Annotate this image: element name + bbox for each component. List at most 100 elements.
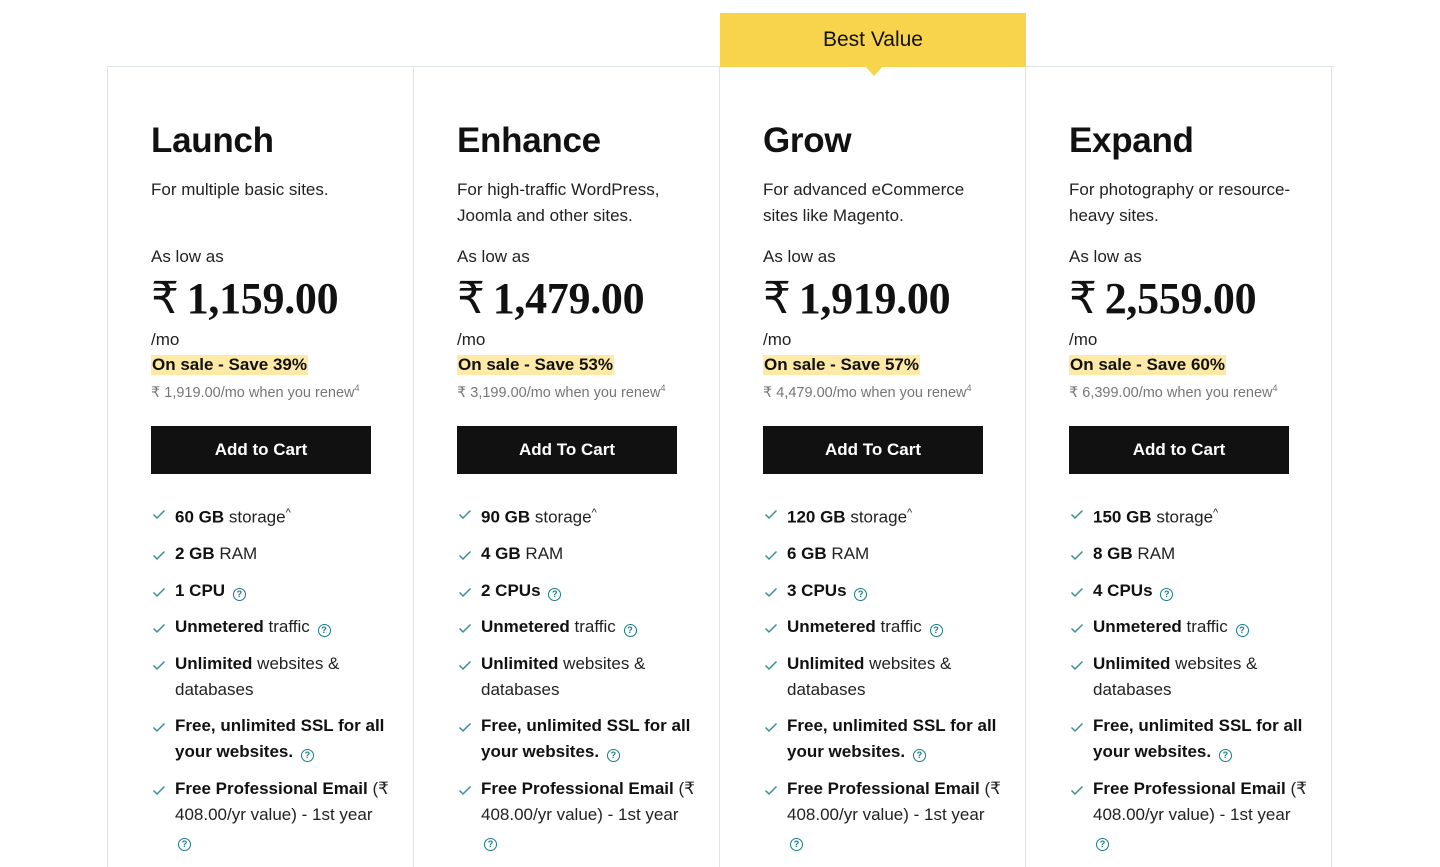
add-to-cart-button[interactable]: Add To Cart (457, 426, 677, 474)
feature-text: traffic (263, 617, 310, 637)
badge-pointer (865, 66, 883, 76)
add-to-cart-button[interactable]: Add to Cart (151, 426, 371, 474)
feature-value: Unlimited (481, 653, 559, 673)
storage-footnote: ^ (907, 507, 913, 519)
feature-value: Unmetered (175, 617, 264, 637)
rupee-icon: ₹ (763, 274, 791, 323)
check-icon (457, 780, 473, 796)
help-icon[interactable]: ? (317, 624, 331, 638)
storage-footnote: ^ (1213, 507, 1219, 519)
check-icon (763, 545, 779, 561)
check-icon (763, 780, 779, 796)
help-icon[interactable]: ? (232, 587, 246, 601)
renew-suffix: /mo when you renew (832, 384, 967, 401)
check-icon (1069, 717, 1085, 733)
check-icon (457, 582, 473, 598)
help-icon[interactable]: ? (623, 624, 637, 638)
feature-cpu: 3 CPUs ? (763, 578, 1003, 604)
feature-email: Free Professional Email (₹ 408.00/yr val… (763, 776, 1003, 854)
plan-name: Launch (151, 121, 274, 160)
check-icon (457, 717, 473, 733)
renew-amount: ₹ 3,199.00 (457, 384, 527, 401)
help-icon[interactable]: ? (1218, 749, 1232, 763)
plan-description: For photography or resource-heavy sites. (1069, 180, 1291, 225)
check-icon (763, 582, 779, 598)
plan-card-expand: Expand For photography or resource-heavy… (1026, 67, 1332, 867)
sale-badge: On sale - Save 53% (457, 355, 614, 375)
feature-email: Free Professional Email (₹ 408.00/yr val… (1069, 776, 1309, 854)
as-low-as-label: As low as (763, 247, 836, 266)
renewal-price: ₹ 4,479.00/mo when you renew4 (763, 383, 972, 401)
feature-value: Unmetered (481, 617, 570, 637)
feature-email: Free Professional Email (₹ 408.00/yr val… (151, 776, 391, 854)
feature-ram: 8 GB RAM (1069, 541, 1309, 567)
feature-list: 120 GB storage^ 6 GB RAM 3 CPUs ? Unmete… (763, 500, 1003, 864)
plan-price: ₹1,919.00 (763, 273, 951, 324)
feature-value: 6 GB (787, 544, 827, 564)
feature-value: 2 GB (175, 544, 215, 564)
check-icon (1069, 545, 1085, 561)
feature-text: traffic (875, 617, 922, 637)
help-icon[interactable]: ? (912, 749, 926, 763)
plan-card-launch: Launch For multiple basic sites. As low … (108, 67, 414, 867)
help-icon[interactable]: ? (1235, 624, 1249, 638)
check-icon (151, 717, 167, 733)
feature-value: Unlimited (1093, 653, 1171, 673)
help-icon[interactable]: ? (1160, 587, 1174, 601)
feature-list: 60 GB storage^ 2 GB RAM 1 CPU ? Unmetere… (151, 500, 391, 864)
feature-cpu: 1 CPU ? (151, 578, 391, 604)
add-to-cart-button[interactable]: Add To Cart (763, 426, 983, 474)
rupee-icon: ₹ (151, 274, 179, 323)
renewal-price: ₹ 1,919.00/mo when you renew4 (151, 383, 360, 401)
feature-list: 150 GB storage^ 8 GB RAM 4 CPUs ? Unmete… (1069, 500, 1309, 864)
add-to-cart-button[interactable]: Add to Cart (1069, 426, 1289, 474)
feature-cpu: 4 CPUs ? (1069, 578, 1309, 604)
price-amount: 1,159.00 (186, 274, 339, 323)
feature-text: storage (845, 507, 908, 527)
feature-storage: 60 GB storage^ (151, 500, 391, 531)
plan-card-enhance: Enhance For high-traffic WordPress, Joom… (414, 67, 720, 867)
feature-value: Unlimited (175, 653, 253, 673)
check-icon (763, 717, 779, 733)
feature-traffic: Unmetered traffic ? (1069, 614, 1309, 640)
renew-footnote: 4 (966, 383, 972, 393)
renew-footnote: 4 (354, 383, 360, 393)
help-icon[interactable]: ? (606, 749, 620, 763)
renew-amount: ₹ 1,919.00 (151, 384, 221, 401)
as-low-as-label: As low as (1069, 247, 1142, 266)
feature-ssl: Free, unlimited SSL for all your website… (1069, 713, 1309, 765)
renew-suffix: /mo when you renew (1138, 384, 1273, 401)
feature-ram: 4 GB RAM (457, 541, 697, 567)
renew-amount: ₹ 4,479.00 (763, 384, 833, 401)
renewal-price: ₹ 6,399.00/mo when you renew4 (1069, 383, 1278, 401)
check-icon (1069, 655, 1085, 671)
feature-storage: 120 GB storage^ (763, 500, 1003, 531)
help-icon[interactable]: ? (548, 587, 562, 601)
feature-text: traffic (1181, 617, 1228, 637)
help-icon[interactable]: ? (300, 749, 314, 763)
plan-price: ₹1,479.00 (457, 273, 645, 324)
feature-websites: Unlimited websites & databases (151, 651, 391, 703)
check-icon (1069, 582, 1085, 598)
pricing-grid: Launch For multiple basic sites. As low … (107, 66, 1334, 867)
storage-footnote: ^ (285, 507, 291, 519)
feature-text: storage (1151, 507, 1214, 527)
feature-value: Free, unlimited SSL for all your website… (1093, 716, 1303, 762)
feature-value: Unmetered (787, 617, 876, 637)
feature-websites: Unlimited websites & databases (1069, 651, 1309, 703)
best-value-badge: Best Value (720, 13, 1026, 67)
feature-value: Free, unlimited SSL for all your website… (175, 716, 385, 762)
feature-value: 4 CPUs (1093, 580, 1153, 600)
help-icon[interactable]: ? (929, 624, 943, 638)
feature-storage: 150 GB storage^ (1069, 500, 1309, 531)
feature-websites: Unlimited websites & databases (763, 651, 1003, 703)
check-icon (457, 655, 473, 671)
feature-traffic: Unmetered traffic ? (763, 614, 1003, 640)
per-month-label: /mo (457, 330, 486, 349)
plan-description: For multiple basic sites. (151, 180, 329, 199)
check-icon (1069, 504, 1085, 520)
plan-price: ₹1,159.00 (151, 273, 339, 324)
sale-badge: On sale - Save 57% (763, 355, 920, 375)
help-icon[interactable]: ? (854, 587, 868, 601)
feature-value: 4 GB (481, 544, 521, 564)
